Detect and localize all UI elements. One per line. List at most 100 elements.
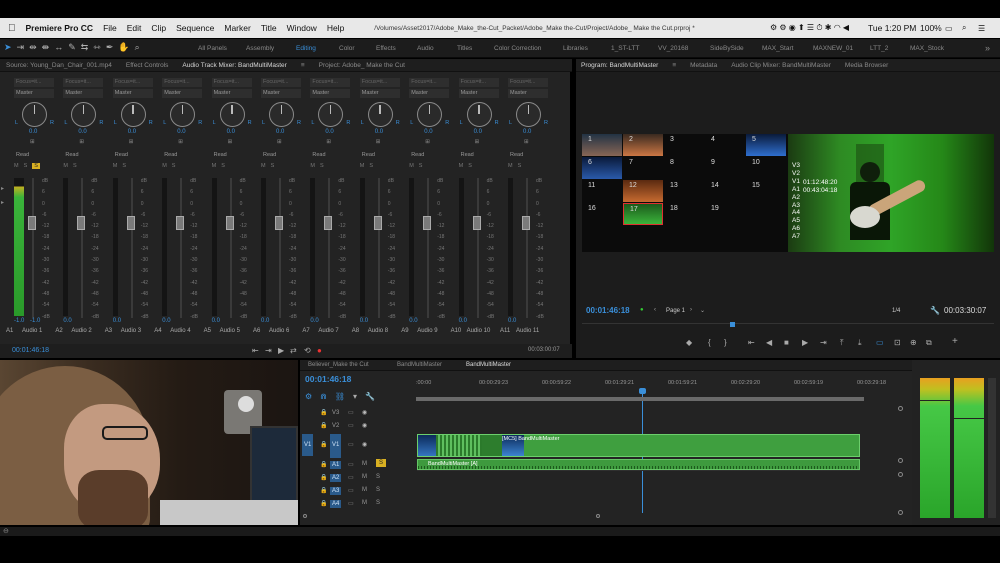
focus-dropdown[interactable]: Focus=it... [63,78,104,87]
step-forward-icon[interactable]: ▶ [802,338,808,347]
tab-bandmulti-1[interactable]: BandMultiMaster [397,362,442,368]
track-mute-button[interactable]: M [362,474,367,480]
camera-angle-11[interactable]: 11 [582,180,622,202]
menu-help[interactable]: Help [327,23,344,33]
mixer-timecode[interactable]: 00:01:46:18 [12,347,49,354]
camera-angle-5[interactable]: 5 [746,134,786,156]
play-icon[interactable]: ▶ [278,346,284,355]
track-lock-icon[interactable]: 🔒 [320,409,327,416]
volume-fader[interactable] [472,216,481,230]
ws-libraries[interactable]: Libraries [563,45,588,52]
timeline-settings-icon[interactable]: 🔧 [365,392,375,401]
vr-icon[interactable]: ⊕ [910,338,917,347]
level-readout[interactable]: 0.0 [508,318,516,324]
eye-icon[interactable]: ◉ [362,422,367,429]
ws-ltt-2[interactable]: LTT_2 [870,45,888,52]
track-name[interactable]: Audio 10 [467,328,491,334]
ws-effects[interactable]: Effects [376,45,396,52]
mute-button[interactable]: M [63,163,68,169]
page-dropdown-icon[interactable]: ⌄ [700,307,705,314]
apple-icon[interactable]:  [8,23,16,34]
sync-lock-icon[interactable]: ▭ [348,422,354,429]
slip-icon[interactable]: ⇆ [81,42,89,54]
mute-button[interactable]: M [310,163,315,169]
track-lock-icon[interactable]: 🔒 [320,500,327,507]
focus-dropdown[interactable]: Focus=it... [359,78,400,87]
menu-sequence[interactable]: Sequence [176,23,214,33]
track-lock-icon[interactable]: 🔒 [320,461,327,468]
track-name[interactable]: Audio 3 [121,328,141,334]
track-label[interactable]: V1 [330,434,342,458]
pan-value[interactable]: 0.0 [78,129,86,135]
solo-button[interactable]: S [271,163,275,169]
pan-value[interactable]: 0.0 [276,129,284,135]
track-name[interactable]: Audio 9 [417,328,437,334]
automation-mode-dropdown[interactable]: Read [162,151,202,160]
video-clip[interactable]: [MC5] BandMultiMaster [417,434,860,457]
camera-angle-4[interactable]: 4 [705,134,745,156]
ws-color[interactable]: Color [339,45,355,52]
tab-audio-track-mixer[interactable]: Audio Track Mixer: BandMultiMaster [182,62,286,69]
mute-button[interactable]: M [360,163,365,169]
sync-lock-icon[interactable]: ▭ [348,441,354,448]
page-indicator[interactable]: Page 1 [666,308,685,314]
search-icon[interactable]: ⌕ [962,23,966,33]
selection-tool-icon[interactable]: ➤ [4,42,12,54]
ripple-edit-icon[interactable]: ⇹ [29,42,37,54]
playhead-marker[interactable] [730,322,735,327]
ws-sidebyside[interactable]: SideBySide [710,45,744,52]
focus-dropdown[interactable]: Focus=it... [508,78,548,87]
multicam-grid[interactable]: 1 2 3 4 5 6 7 8 9 10 11 12 13 14 15 16 17 18 19 [582,134,788,252]
ws-max-stock[interactable]: MAX_Stock [910,45,944,52]
add-marker-icon[interactable]: ▾ [353,392,357,401]
source-patch-v1[interactable]: V1 [302,434,314,456]
pan-value[interactable]: 0.0 [29,129,37,135]
nest-icon[interactable]: ⚙ [305,392,312,401]
sync-lock-icon[interactable]: ▭ [348,461,354,468]
slide-icon[interactable]: ⇿ [93,42,101,54]
ws-titles[interactable]: Titles [457,45,472,52]
snap-icon[interactable]: ⋒ [320,392,327,401]
volume-fader[interactable] [522,216,530,230]
solo-button[interactable]: S [24,163,28,169]
vscroll-lower-handle[interactable] [898,472,903,477]
program-video[interactable]: V3 V2 V1 A1 A2 A3 A4 A5 A6 A7 01:12:48:20 00:43:0… [788,134,994,252]
pan-knob[interactable] [22,102,47,127]
automation-mode-dropdown[interactable]: Read [310,151,350,160]
track-mute-button[interactable]: M [362,487,367,493]
prev-page-icon[interactable]: ‹ [654,307,656,313]
ws-max-start[interactable]: MAX_Start [762,45,793,52]
automation-mode-dropdown[interactable]: Read [212,151,252,160]
volume-fader[interactable] [275,216,283,230]
level-readout[interactable]: 0.0 [360,318,368,324]
mute-button[interactable]: M [261,163,266,169]
solo-button[interactable]: S [122,163,126,169]
camera-angle-14[interactable]: 14 [705,180,745,202]
focus-dropdown[interactable]: Focus=it... [310,78,351,87]
tab-program[interactable]: Program: BandMultiMaster [581,62,658,69]
camera-angle-12[interactable]: 12 [623,180,663,202]
loop-play-icon[interactable]: ⟲ [304,346,311,355]
automation-mode-dropdown[interactable]: Read [409,151,449,160]
solo-button[interactable]: S [73,163,77,169]
solo-button[interactable]: S [518,163,522,169]
playhead-handle[interactable] [639,388,646,394]
ws-vv-20168[interactable]: VV_20168 [658,45,688,52]
camera-angle-18[interactable]: 18 [664,203,704,225]
send-dropdown[interactable]: Master [112,89,153,98]
camera-angle-7[interactable]: 7 [623,157,663,179]
mute-button[interactable]: M [113,163,118,169]
camera-angle-17[interactable]: 17 [623,203,663,225]
track-solo-button[interactable]: S [376,474,380,480]
menu-window[interactable]: Window [287,23,317,33]
level-readout[interactable]: 0.0 [261,318,269,324]
mute-button[interactable]: M [14,163,19,169]
send-dropdown[interactable]: Master [211,89,252,98]
focus-dropdown[interactable]: Focus=it... [211,78,252,87]
track-mute-button[interactable]: M [362,461,367,467]
ws-editing[interactable]: Editing [296,45,316,52]
list-icon[interactable]: ☰ [978,24,985,33]
focus-dropdown[interactable]: Focus=it... [112,78,153,87]
extract-icon[interactable]: ⤓ [858,338,862,348]
add-button-icon[interactable]: + [952,336,958,347]
